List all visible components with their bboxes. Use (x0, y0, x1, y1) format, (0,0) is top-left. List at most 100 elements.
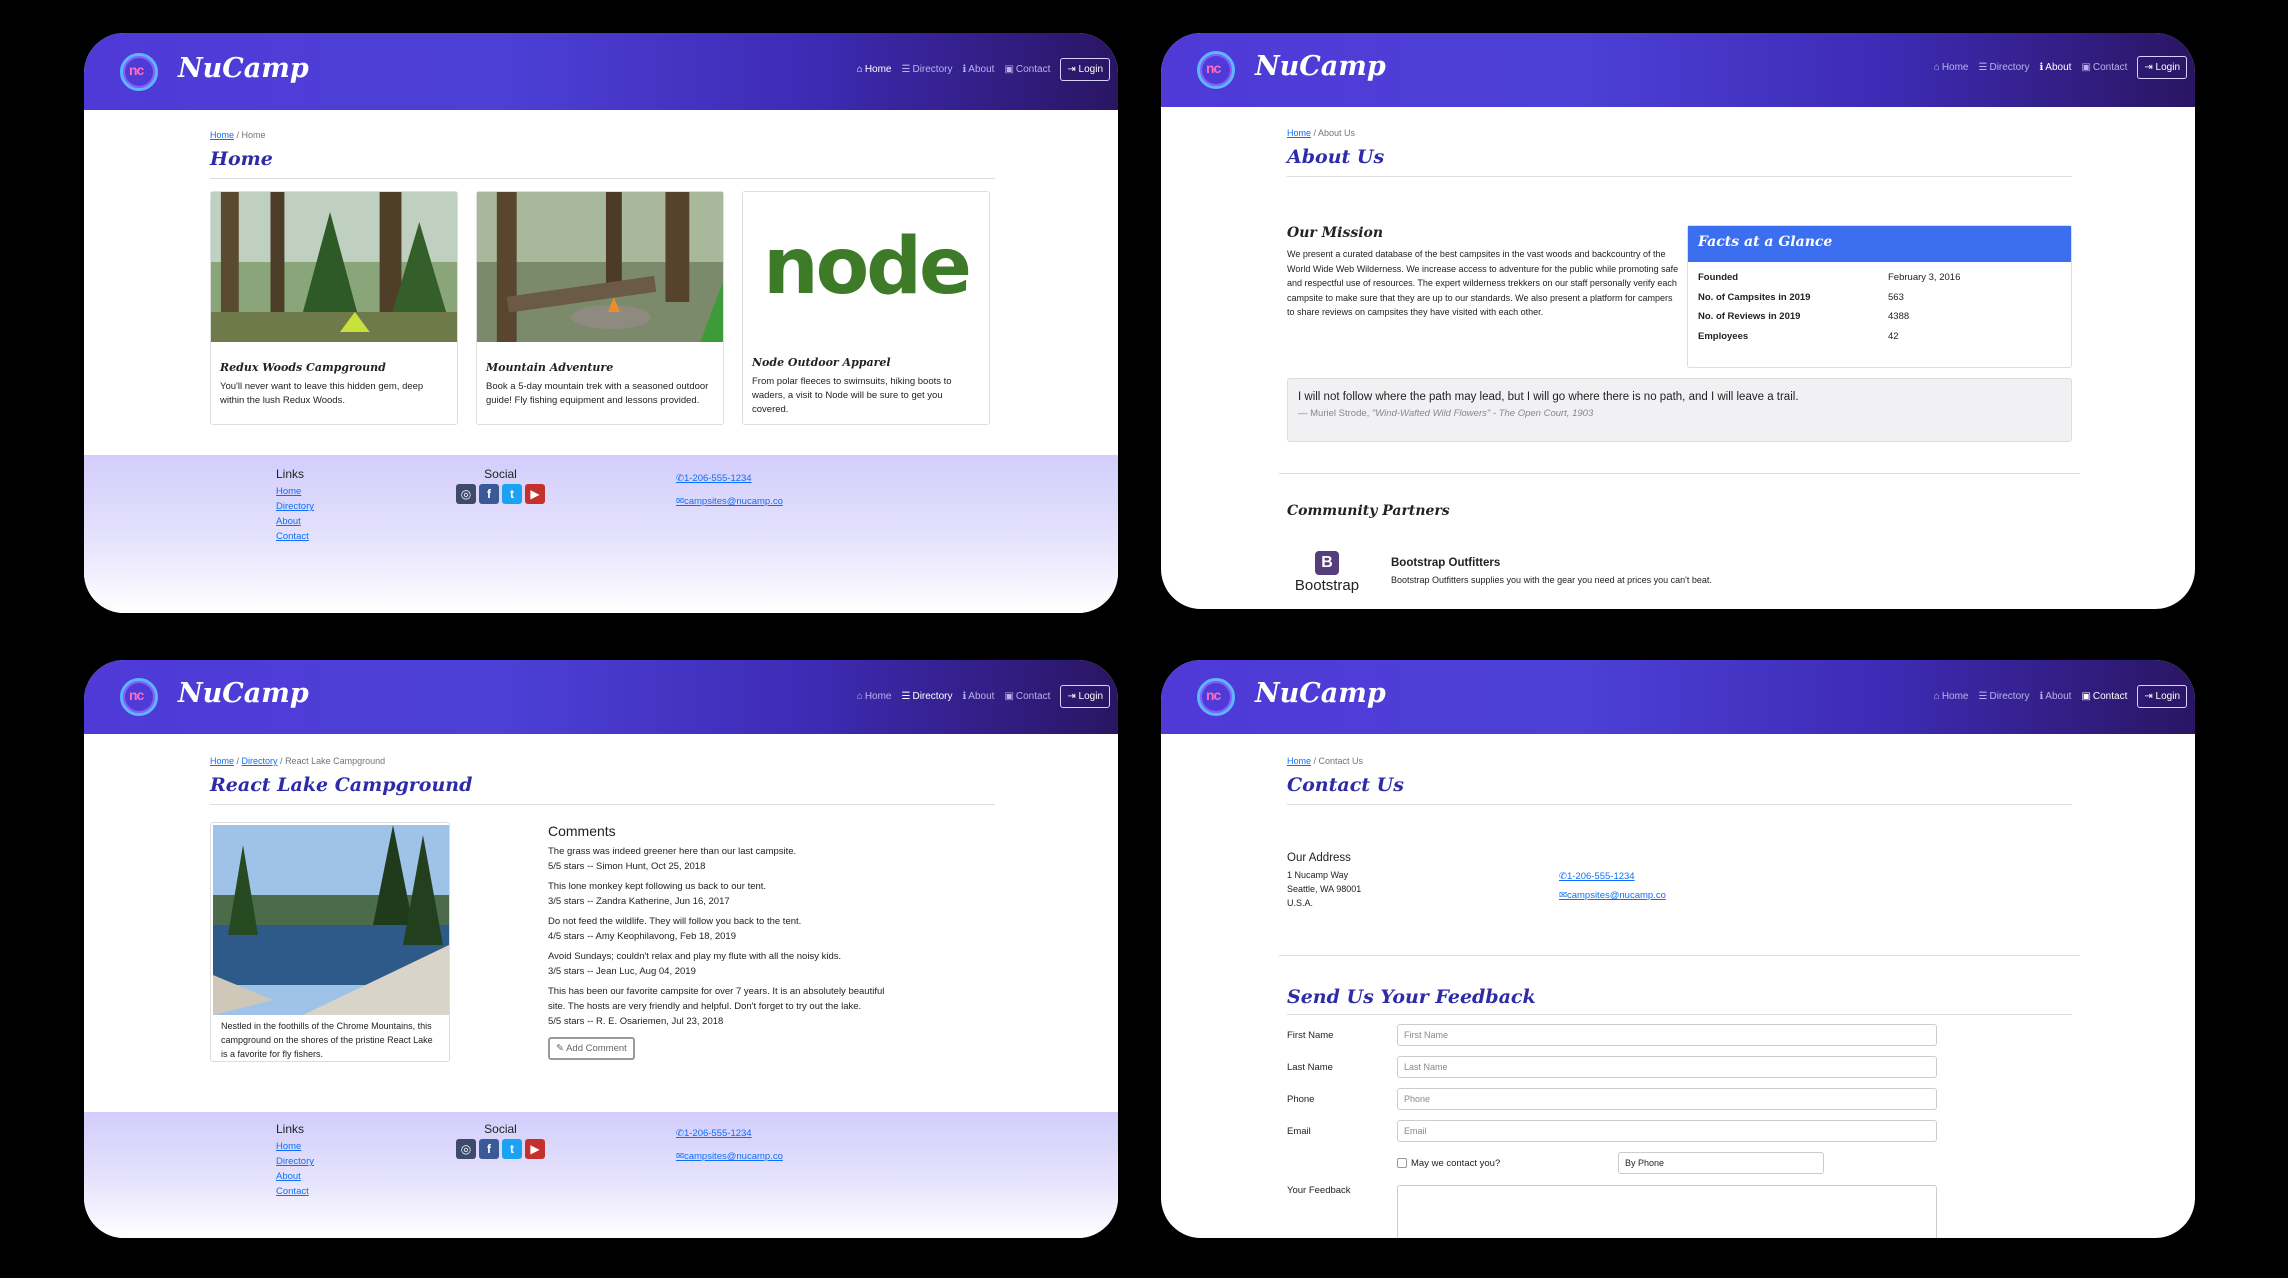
brand-name[interactable]: NuCamp (178, 53, 309, 84)
footer-link-about[interactable]: About (276, 514, 314, 529)
comment: Do not feed the wildlife. They will foll… (548, 916, 802, 942)
breadcrumb-home[interactable]: Home (1287, 128, 1311, 138)
list-icon: ☰ (901, 64, 911, 75)
nav-contact[interactable]: ▣ Contact (1004, 691, 1050, 702)
last-name-input[interactable]: Last Name (1397, 1056, 1937, 1078)
form-row: Last Name Last Name (1287, 1051, 2072, 1083)
breadcrumb: Home / Contact Us (1287, 756, 1364, 766)
info-icon: ℹ (2039, 691, 2044, 702)
campsite-card: Nestled in the foothills of the Chrome M… (210, 822, 450, 1062)
list-icon: ☰ (1978, 62, 1988, 73)
envelope-icon: ✉ (676, 1151, 684, 1162)
footer-email-link[interactable]: ✉campsites@nucamp.co (676, 1149, 783, 1164)
nav-home[interactable]: ⌂ Home (857, 64, 892, 75)
brand-name[interactable]: NuCamp (1255, 678, 1386, 709)
info-icon: ℹ (962, 64, 967, 75)
address-card-icon: ▣ (2081, 691, 2091, 702)
card-node-apparel[interactable]: node Node Outdoor Apparel From polar fle… (742, 191, 990, 425)
address-card-icon: ▣ (2081, 62, 2091, 73)
nucamp-logo[interactable]: nc (120, 678, 158, 716)
partner-text: Bootstrap Outfitters supplies you with t… (1391, 575, 1712, 585)
info-icon: ℹ (962, 691, 967, 702)
may-contact-checkbox[interactable]: May we contact you? (1397, 1158, 1618, 1169)
nav-about[interactable]: ℹ About (962, 64, 994, 75)
youtube-icon[interactable]: ▶ (525, 1139, 545, 1159)
nav-contact[interactable]: ▣ Contact (1004, 64, 1050, 75)
about-page-window: nc NuCamp ⌂ Home ☰ Directory ℹ About ▣ Conta… (1161, 33, 2195, 609)
node-logo-text: node (763, 222, 972, 312)
login-button[interactable]: ⇥ Login (1060, 58, 1110, 81)
footer-email-link[interactable]: ✉campsites@nucamp.co (676, 494, 783, 509)
nav-home[interactable]: ⌂ Home (857, 691, 892, 702)
page-title: About Us (1287, 146, 1385, 168)
footer-phone-link[interactable]: ✆1-206-555-1234 (676, 471, 783, 486)
brand-name[interactable]: NuCamp (178, 678, 309, 709)
card-redux-woods[interactable]: Redux Woods Campground You'll never want… (210, 191, 458, 425)
twitter-icon[interactable]: t (502, 1139, 522, 1159)
form-row: First Name First Name (1287, 1019, 2072, 1051)
nucamp-logo[interactable]: nc (120, 53, 158, 91)
twitter-icon[interactable]: t (502, 484, 522, 504)
phone-input[interactable]: Phone (1397, 1088, 1937, 1110)
footer-link-home[interactable]: Home (276, 484, 314, 499)
nav-contact[interactable]: ▣ Contact (2081, 691, 2127, 702)
address-section: Our Address 1 Nucamp Way Seattle, WA 980… (1287, 852, 1557, 910)
breadcrumb-home[interactable]: Home (210, 756, 234, 766)
nav-home[interactable]: ⌂ Home (1934, 62, 1969, 73)
nav-about[interactable]: ℹ About (962, 691, 994, 702)
sign-in-icon: ⇥ (2144, 62, 2156, 73)
nav-directory[interactable]: ☰ Directory (1979, 691, 2030, 702)
phone-icon: ✆ (1559, 871, 1567, 882)
phone-icon: ✆ (676, 1128, 684, 1139)
nav-contact[interactable]: ▣ Contact (2081, 62, 2127, 73)
campsite-caption: Nestled in the foothills of the Chrome M… (221, 1021, 433, 1059)
home-icon: ⌂ (856, 64, 863, 75)
footer-links-title: Links (276, 1122, 305, 1136)
contact-method-select[interactable]: By Phone (1618, 1152, 1824, 1174)
login-button[interactable]: ⇥ Login (1060, 685, 1110, 708)
navbar: nc NuCamp ⌂ Home ☰ Directory ℹ About ▣ Conta… (84, 660, 1118, 734)
facts-title: Facts at a Glance (1688, 226, 2071, 262)
feedback-textarea[interactable] (1397, 1185, 1937, 1238)
instagram-icon[interactable]: ◎ (456, 1139, 476, 1159)
footer-link-about[interactable]: About (276, 1169, 314, 1184)
form-row: Email Email (1287, 1115, 2072, 1147)
footer-link-home[interactable]: Home (276, 1139, 314, 1154)
footer-link-directory[interactable]: Directory (276, 1154, 314, 1169)
phone-link[interactable]: ✆1-206-555-1234 (1559, 871, 1809, 882)
email-input[interactable]: Email (1397, 1120, 1937, 1142)
email-link[interactable]: ✉campsites@nucamp.co (1559, 890, 1809, 901)
breadcrumb-home[interactable]: Home (210, 130, 234, 140)
page-title: Home (210, 148, 273, 170)
nav-directory[interactable]: ☰ Directory (902, 64, 953, 75)
nucamp-logo[interactable]: nc (1197, 51, 1235, 89)
footer-link-directory[interactable]: Directory (276, 499, 314, 514)
footer-phone-link[interactable]: ✆1-206-555-1234 (676, 1126, 783, 1141)
nav-directory[interactable]: ☰ Directory (1979, 62, 2030, 73)
brand-name[interactable]: NuCamp (1255, 51, 1386, 82)
facebook-icon[interactable]: f (479, 1139, 499, 1159)
instagram-icon[interactable]: ◎ (456, 484, 476, 504)
nav-directory[interactable]: ☰ Directory (902, 691, 953, 702)
node-logo: node (743, 192, 989, 342)
facebook-icon[interactable]: f (479, 484, 499, 504)
footer-link-contact[interactable]: Contact (276, 529, 314, 544)
breadcrumb-home[interactable]: Home (1287, 756, 1311, 766)
footer-link-contact[interactable]: Contact (276, 1184, 314, 1199)
feedback-title: Send Us Your Feedback (1287, 986, 1536, 1008)
youtube-icon[interactable]: ▶ (525, 484, 545, 504)
nav-about[interactable]: ℹ About (2039, 691, 2071, 702)
nucamp-logo[interactable]: nc (1197, 678, 1235, 716)
nav-home[interactable]: ⌂ Home (1934, 691, 1969, 702)
card-title: Node Outdoor Apparel (752, 356, 891, 369)
first-name-input[interactable]: First Name (1397, 1024, 1937, 1046)
footer-social: Social ◎ f t ▶ (456, 1122, 545, 1159)
add-comment-button[interactable]: ✎ Add Comment (548, 1037, 635, 1060)
card-mountain-adventure[interactable]: Mountain Adventure Book a 5-day mountain… (476, 191, 724, 425)
login-button[interactable]: ⇥ Login (2137, 56, 2187, 79)
breadcrumb-directory[interactable]: Directory (242, 756, 278, 766)
page-title: Contact Us (1287, 774, 1404, 796)
nav-about[interactable]: ℹ About (2039, 62, 2071, 73)
login-button[interactable]: ⇥ Login (2137, 685, 2187, 708)
footer-links-title: Links (276, 467, 305, 481)
